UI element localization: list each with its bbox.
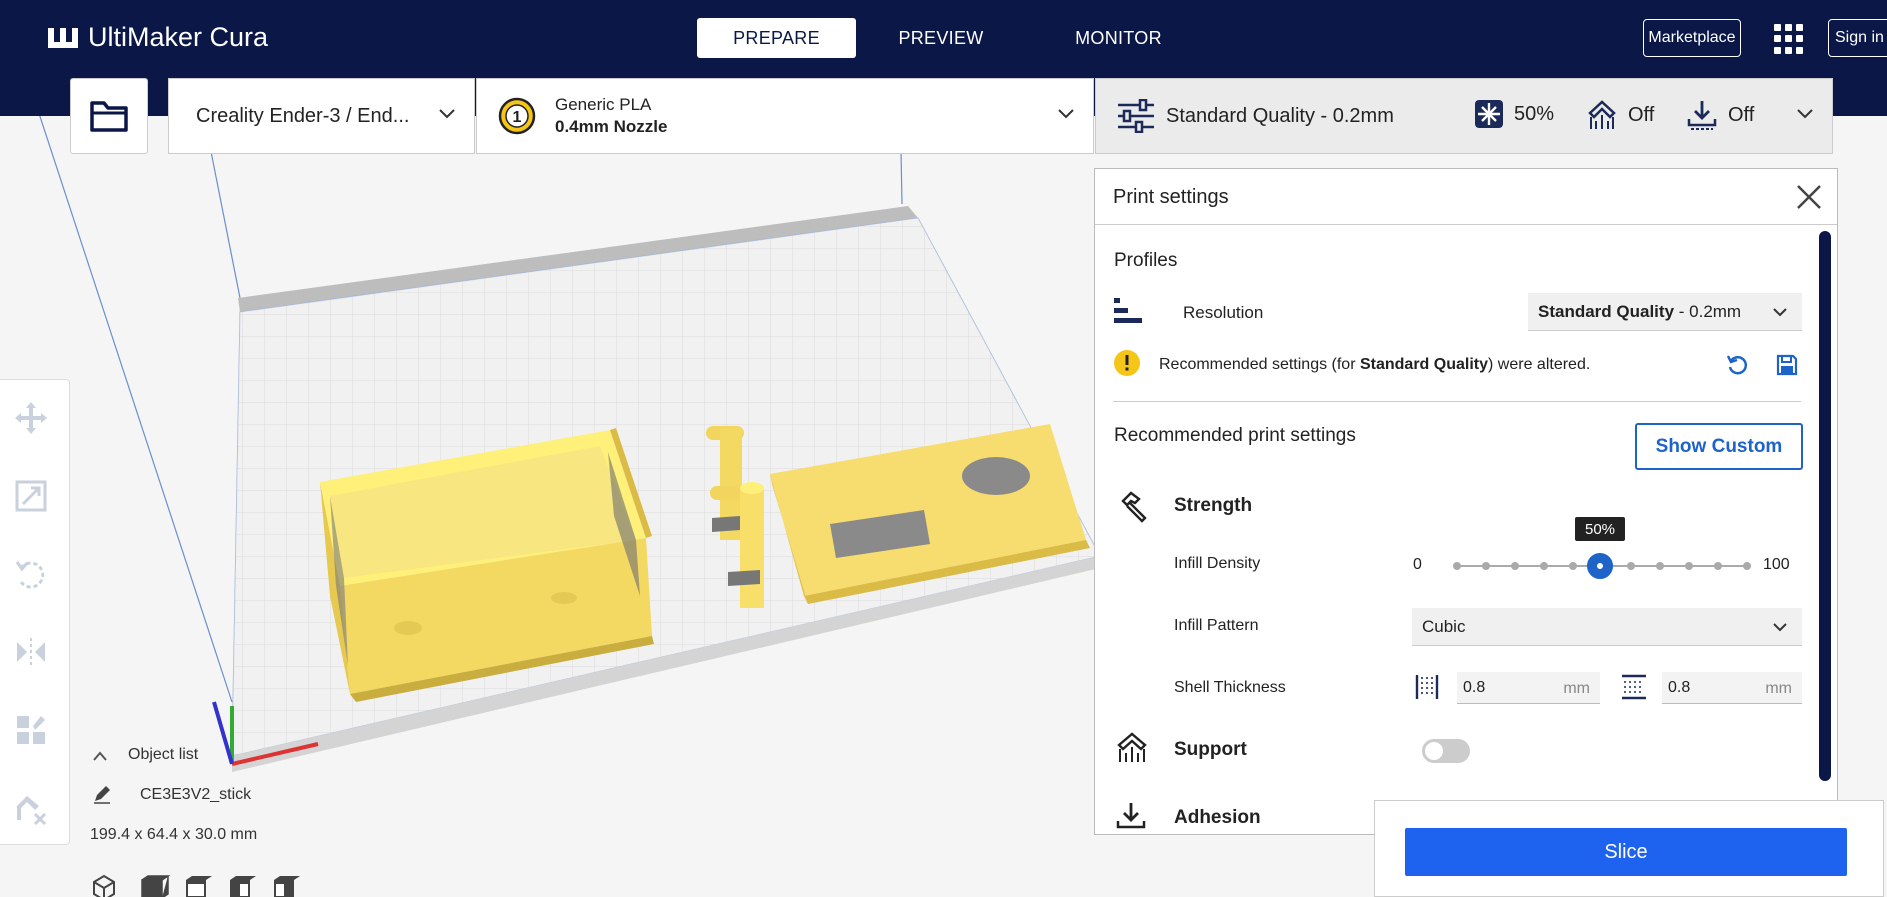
infill-pattern-value: Cubic	[1422, 616, 1466, 636]
adhesion-heading: Adhesion	[1174, 807, 1261, 828]
app-title: UltiMaker Cura	[88, 22, 269, 52]
panel-header: Print settings	[1095, 169, 1837, 225]
view-right-icon[interactable]	[274, 876, 300, 897]
top-bottom-thickness-input[interactable]: 0.8 mm	[1662, 672, 1802, 704]
support-toggle[interactable]	[1422, 739, 1470, 763]
reset-icon[interactable]	[1725, 353, 1749, 377]
folder-icon	[90, 101, 128, 132]
object-list-header[interactable]: Object list	[128, 746, 198, 764]
support-heading: Support	[1174, 739, 1247, 760]
rotate-icon[interactable]	[13, 556, 49, 592]
support-icon	[1588, 100, 1616, 129]
adhesion-summary: Off	[1728, 103, 1755, 126]
warning-icon	[1114, 350, 1140, 376]
profiles-heading: Profiles	[1114, 250, 1178, 271]
view-orientation-icons	[93, 874, 300, 897]
tool-panel	[0, 379, 70, 845]
infill-pattern-dropdown[interactable]: Cubic	[1412, 608, 1802, 646]
show-custom-button[interactable]: Show Custom	[1635, 423, 1803, 470]
resolution-icon	[1114, 298, 1142, 323]
material-selector[interactable]: 1 Generic PLA 0.4mm Nozzle	[476, 78, 1094, 154]
support-blocker-icon[interactable]	[13, 790, 49, 826]
wall-thickness-input[interactable]: 0.8 mm	[1457, 672, 1600, 704]
slice-button[interactable]: Slice	[1405, 828, 1847, 876]
chevron-down-icon	[1773, 623, 1787, 632]
main-nav: PREPARE PREVIEW MONITOR	[697, 18, 1211, 58]
ultimaker-logo-icon	[48, 27, 78, 48]
infill-slider-handle[interactable]	[1587, 553, 1613, 579]
save-icon[interactable]	[1775, 353, 1799, 377]
recommended-heading: Recommended print settings	[1114, 425, 1356, 446]
view-front-icon[interactable]	[141, 875, 171, 897]
chevron-down-icon	[439, 109, 455, 119]
open-file-button[interactable]	[70, 78, 148, 154]
quality-profile: Standard Quality - 0.2mm	[1166, 104, 1394, 127]
extruder-number: 1	[513, 109, 522, 126]
infill-summary: 50%	[1514, 102, 1555, 125]
mirror-icon[interactable]	[13, 634, 49, 670]
print-settings-summary[interactable]: Standard Quality - 0.2mm 50% Off Off	[1095, 78, 1833, 154]
adhesion-icon	[1687, 101, 1717, 130]
object-dimensions: 199.4 x 64.4 x 30.0 mm	[90, 826, 258, 843]
wall-thickness-icon	[1415, 675, 1439, 699]
divider	[1113, 401, 1801, 402]
infill-min-label: 0	[1413, 556, 1422, 573]
object-list-panel: Object list CE3E3V2_stick 199.4 x 64.4 x…	[90, 744, 510, 897]
view-top-icon[interactable]	[186, 876, 212, 897]
unit-label: mm	[1765, 680, 1792, 697]
object-name[interactable]: CE3E3V2_stick	[140, 786, 251, 804]
sliders-icon	[1118, 99, 1154, 133]
per-model-settings-icon[interactable]	[13, 712, 49, 748]
panel-title: Print settings	[1113, 186, 1229, 208]
pencil-icon[interactable]	[92, 784, 112, 804]
infill-density-label: Infill Density	[1174, 555, 1261, 572]
adhesion-icon	[1116, 803, 1146, 829]
app-logo: UltiMaker Cura	[46, 22, 268, 53]
resolution-value-rest: - 0.2mm	[1674, 301, 1742, 321]
close-icon[interactable]	[1795, 183, 1823, 211]
apps-grid-icon[interactable]	[1774, 24, 1804, 54]
move-icon[interactable]	[13, 400, 49, 436]
support-summary: Off	[1628, 103, 1655, 126]
panel-scrollbar[interactable]	[1819, 231, 1831, 781]
tab-preview[interactable]: PREVIEW	[856, 18, 1026, 58]
view-left-icon[interactable]	[230, 876, 256, 897]
unit-label: mm	[1563, 680, 1590, 697]
printer-name: Creality Ender-3 / End...	[196, 104, 410, 127]
infill-icon	[1475, 100, 1503, 128]
top-bottom-thickness-icon	[1622, 674, 1646, 700]
nozzle-size: 0.4mm Nozzle	[555, 117, 668, 136]
shell-thickness-label: Shell Thickness	[1174, 679, 1286, 696]
view-3d-icon[interactable]	[93, 874, 115, 897]
hammer-icon	[1121, 491, 1147, 523]
resolution-value-bold: Standard Quality	[1538, 301, 1675, 321]
chevron-up-icon[interactable]	[92, 750, 108, 762]
infill-pattern-label: Infill Pattern	[1174, 617, 1259, 634]
sign-in-button[interactable]: Sign in	[1828, 19, 1887, 57]
resolution-dropdown[interactable]: Standard Quality - 0.2mm	[1528, 293, 1802, 331]
chevron-down-icon	[1797, 109, 1813, 119]
infill-tooltip: 50%	[1575, 517, 1625, 541]
scale-icon[interactable]	[13, 478, 49, 514]
strength-heading: Strength	[1174, 495, 1253, 516]
tab-prepare[interactable]: PREPARE	[697, 18, 856, 58]
extruder-icon: 1	[498, 97, 536, 135]
resolution-label: Resolution	[1183, 303, 1264, 322]
altered-warning: Recommended settings (for Standard Quali…	[1159, 356, 1591, 373]
printer-selector[interactable]: Creality Ender-3 / End...	[168, 78, 475, 154]
tab-monitor[interactable]: MONITOR	[1026, 18, 1211, 58]
chevron-down-icon	[1058, 109, 1074, 119]
marketplace-button[interactable]: Marketplace	[1643, 19, 1741, 57]
support-icon	[1117, 732, 1147, 762]
infill-max-label: 100	[1763, 556, 1790, 573]
chevron-down-icon	[1773, 308, 1787, 317]
print-settings-panel: Print settings Profiles Resolution Stand…	[1094, 168, 1838, 835]
material-name: Generic PLA	[555, 95, 652, 114]
